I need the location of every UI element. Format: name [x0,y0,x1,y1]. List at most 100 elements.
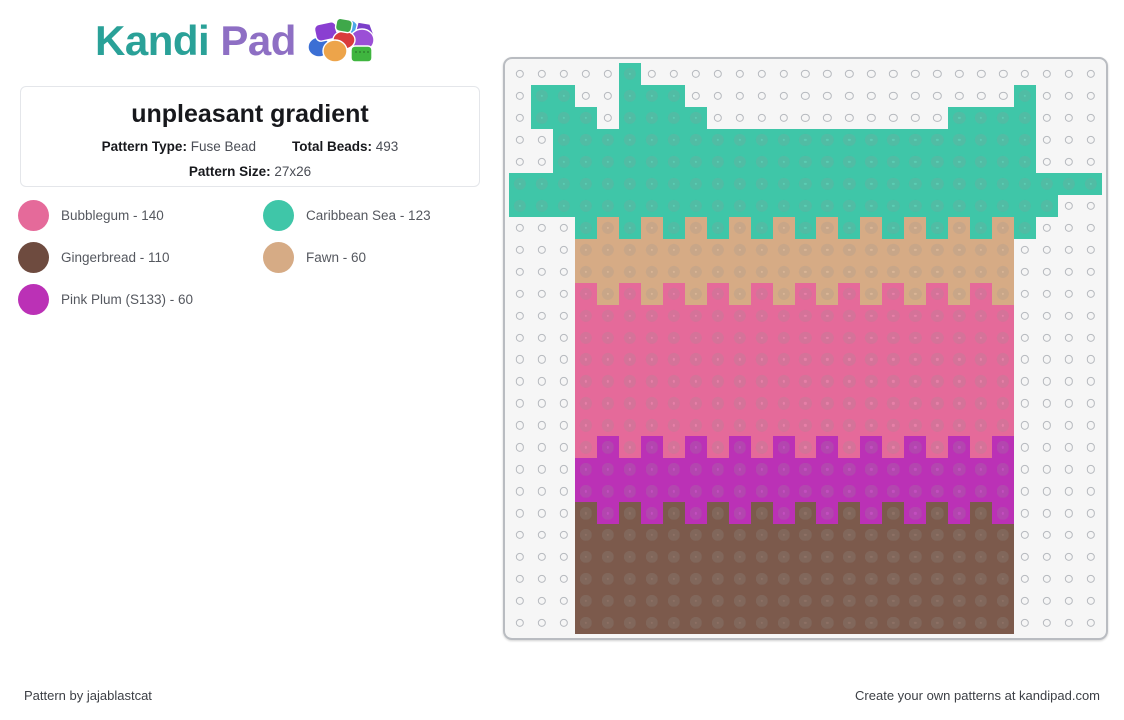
bead-cell-filled[interactable] [750,436,773,459]
bead-cell-filled[interactable] [750,370,773,393]
bead-cell-filled[interactable] [618,502,641,525]
bead-cell-filled[interactable] [662,524,685,547]
bead-cell-filled[interactable] [838,612,861,634]
bead-cell-filled[interactable] [640,194,663,217]
bead-cell-filled[interactable] [618,348,641,371]
bead-cell-filled[interactable] [662,546,685,569]
bead-cell-empty[interactable] [1080,128,1102,151]
bead-cell-filled[interactable] [970,436,993,459]
bead-cell-filled[interactable] [992,348,1015,371]
bead-cell-empty[interactable] [1058,392,1081,415]
bead-cell-empty[interactable] [1058,63,1081,85]
bead-cell-filled[interactable] [772,150,795,173]
bead-cell-filled[interactable] [706,590,729,613]
bead-cell-empty[interactable] [838,63,861,85]
bead-cell-filled[interactable] [596,282,619,305]
bead-cell-empty[interactable] [684,63,707,85]
site-logo[interactable]: Kandi Pad [95,18,382,64]
bead-cell-filled[interactable] [838,480,861,503]
bead-cell-filled[interactable] [882,260,905,283]
bead-cell-empty[interactable] [1058,348,1081,371]
bead-cell-filled[interactable] [970,260,993,283]
bead-cell-empty[interactable] [1080,612,1102,634]
bead-cell-filled[interactable] [728,238,751,261]
bead-cell-filled[interactable] [750,612,773,634]
bead-cell-filled[interactable] [794,370,817,393]
bead-cell-filled[interactable] [574,260,597,283]
bead-cell-filled[interactable] [706,480,729,503]
bead-cell-filled[interactable] [794,128,817,151]
bead-cell-empty[interactable] [530,238,553,261]
bead-cell-filled[interactable] [882,150,905,173]
bead-cell-filled[interactable] [662,84,685,107]
bead-cell-filled[interactable] [662,216,685,239]
bead-cell-filled[interactable] [1014,194,1037,217]
bead-cell-filled[interactable] [684,304,707,327]
bead-cell-filled[interactable] [860,128,883,151]
bead-cell-filled[interactable] [970,128,993,151]
bead-cell-filled[interactable] [882,370,905,393]
bead-cell-filled[interactable] [640,150,663,173]
bead-cell-filled[interactable] [728,612,751,634]
bead-cell-filled[interactable] [618,304,641,327]
bead-cell-filled[interactable] [860,348,883,371]
bead-cell-filled[interactable] [926,128,949,151]
bead-cell-filled[interactable] [992,326,1015,349]
bead-cell-filled[interactable] [948,612,971,634]
bead-cell-filled[interactable] [882,326,905,349]
bead-cell-filled[interactable] [728,282,751,305]
bead-cell-filled[interactable] [772,590,795,613]
bead-cell-filled[interactable] [596,304,619,327]
bead-cell-empty[interactable] [1058,436,1081,459]
bead-cell-empty[interactable] [552,348,575,371]
bead-cell-filled[interactable] [662,480,685,503]
bead-cell-filled[interactable] [640,106,663,129]
bead-cell-empty[interactable] [530,216,553,239]
bead-cell-empty[interactable] [1080,216,1102,239]
bead-cell-filled[interactable] [860,612,883,634]
bead-cell-filled[interactable] [904,480,927,503]
bead-cell-filled[interactable] [860,172,883,195]
bead-cell-filled[interactable] [816,458,839,481]
bead-cell-filled[interactable] [772,546,795,569]
bead-cell-filled[interactable] [596,370,619,393]
bead-cell-empty[interactable] [1058,150,1081,173]
bead-cell-filled[interactable] [509,194,531,217]
bead-cell-empty[interactable] [1036,480,1059,503]
bead-cell-filled[interactable] [794,590,817,613]
bead-cell-filled[interactable] [728,458,751,481]
bead-cell-filled[interactable] [816,370,839,393]
bead-cell-filled[interactable] [1014,216,1037,239]
bead-cell-filled[interactable] [772,260,795,283]
bead-cell-filled[interactable] [948,260,971,283]
bead-cell-filled[interactable] [838,392,861,415]
bead-cell-filled[interactable] [750,216,773,239]
bead-cell-empty[interactable] [530,326,553,349]
bead-cell-filled[interactable] [860,458,883,481]
bead-cell-filled[interactable] [662,612,685,634]
bead-cell-filled[interactable] [948,480,971,503]
bead-cell-empty[interactable] [552,260,575,283]
bead-cell-filled[interactable] [772,392,795,415]
bead-cell-filled[interactable] [596,546,619,569]
bead-cell-filled[interactable] [904,568,927,591]
bead-cell-filled[interactable] [838,194,861,217]
bead-cell-filled[interactable] [596,238,619,261]
bead-cell-filled[interactable] [618,568,641,591]
bead-cell-filled[interactable] [838,458,861,481]
bead-cell-empty[interactable] [1036,238,1059,261]
bead-cell-filled[interactable] [706,172,729,195]
bead-cell-filled[interactable] [662,194,685,217]
bead-cell-filled[interactable] [926,414,949,437]
bead-cell-filled[interactable] [992,216,1015,239]
bead-cell-filled[interactable] [838,524,861,547]
bead-cell-filled[interactable] [684,172,707,195]
bead-cell-empty[interactable] [1080,524,1102,547]
bead-cell-empty[interactable] [1014,436,1037,459]
bead-cell-filled[interactable] [574,392,597,415]
bead-cell-filled[interactable] [662,106,685,129]
bead-cell-filled[interactable] [618,458,641,481]
bead-cell-filled[interactable] [970,348,993,371]
bead-cell-filled[interactable] [574,436,597,459]
bead-cell-filled[interactable] [574,370,597,393]
